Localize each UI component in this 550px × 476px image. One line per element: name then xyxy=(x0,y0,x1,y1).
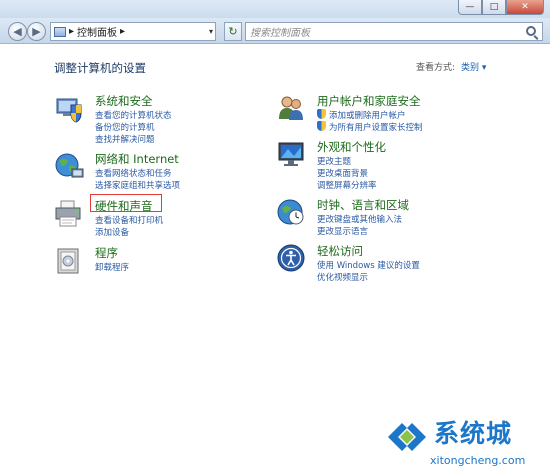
link-homegroup-sharing[interactable]: 选择家庭组和共享选项 xyxy=(95,179,180,191)
shield-pc-icon xyxy=(56,98,82,123)
search-input[interactable]: 搜索控制面板 xyxy=(245,22,543,41)
category-title[interactable]: 程序 xyxy=(95,245,118,261)
breadcrumb-control-panel[interactable]: 控制面板 xyxy=(77,24,117,39)
search-placeholder: 搜索控制面板 xyxy=(250,28,310,39)
control-panel-icon xyxy=(54,26,66,37)
link-uninstall-program[interactable]: 卸载程序 xyxy=(95,261,129,273)
link-screen-resolution[interactable]: 调整屏幕分辨率 xyxy=(317,179,377,191)
link-network-status[interactable]: 查看网络状态和任务 xyxy=(95,167,172,179)
watermark-brand: 系统城 xyxy=(434,419,513,448)
address-arrow-icon[interactable]: ▸ xyxy=(69,26,74,37)
link-parental-controls[interactable]: 为所有用户设置家长控制 xyxy=(329,121,423,133)
category-programs: 程序 卸载程序 xyxy=(54,245,254,285)
title-bar: — □ ✕ xyxy=(0,0,550,18)
view-by-label: 查看方式: xyxy=(416,63,456,73)
address-bar[interactable]: ▸ 控制面板 ▸ ▾ xyxy=(50,22,216,41)
category-title[interactable]: 时钟、语言和区域 xyxy=(317,197,409,213)
address-dropdown-icon[interactable]: ▾ xyxy=(209,27,213,36)
category-title[interactable]: 系统和安全 xyxy=(95,93,153,109)
link-view-computer-status[interactable]: 查看您的计算机状态 xyxy=(95,109,172,121)
back-button[interactable]: ◀ xyxy=(8,22,27,41)
search-icon[interactable] xyxy=(526,26,536,36)
link-add-remove-accounts[interactable]: 添加或删除用户帐户 xyxy=(329,109,406,121)
globe-clock-icon xyxy=(277,199,304,225)
link-keyboard-input[interactable]: 更改键盘或其他输入法 xyxy=(317,213,402,225)
category-title[interactable]: 外观和个性化 xyxy=(317,139,386,155)
category-title[interactable]: 用户帐户和家庭安全 xyxy=(317,93,421,109)
maximize-button[interactable]: □ xyxy=(482,0,506,15)
link-recommended-settings[interactable]: 使用 Windows 建议的设置 xyxy=(317,259,420,271)
link-change-theme[interactable]: 更改主题 xyxy=(317,155,351,167)
close-button[interactable]: ✕ xyxy=(506,0,544,15)
category-appearance: 外观和个性化 更改主题 更改桌面背景 调整屏幕分辨率 xyxy=(276,139,506,191)
category-clock-language-region: 时钟、语言和区域 更改键盘或其他输入法 更改显示语言 xyxy=(276,197,506,241)
breadcrumb-arrow-icon[interactable]: ▸ xyxy=(120,26,125,37)
forward-button[interactable]: ▶ xyxy=(27,22,46,41)
refresh-button[interactable]: ↻ xyxy=(224,22,242,41)
category-title[interactable]: 轻松访问 xyxy=(317,243,363,259)
watermark-logo-icon xyxy=(388,423,426,451)
category-user-accounts: 用户帐户和家庭安全 添加或删除用户帐户 为所有用户设置家长控制 xyxy=(276,93,506,137)
link-troubleshoot[interactable]: 查找并解决问题 xyxy=(95,133,155,145)
view-by-dropdown[interactable]: 类别 ▾ xyxy=(461,60,486,73)
watermark-url: xitongcheng.com xyxy=(430,454,526,467)
category-system-security: 系统和安全 查看您的计算机状态 备份您的计算机 查找并解决问题 xyxy=(54,93,254,145)
category-ease-of-access: 轻松访问 使用 Windows 建议的设置 优化视频显示 xyxy=(276,243,506,287)
category-title[interactable]: 硬件和声音 xyxy=(95,198,153,214)
link-optimize-display[interactable]: 优化视频显示 xyxy=(317,271,368,283)
category-hardware-sound: 硬件和声音 查看设备和打印机 添加设备 xyxy=(54,194,254,242)
users-icon xyxy=(279,96,303,120)
control-panel-content: 调整计算机的设置 查看方式: 类别 ▾ 系统和安全 查看您的计算机状态 备份您的… xyxy=(0,45,550,476)
link-display-language[interactable]: 更改显示语言 xyxy=(317,225,368,237)
globe-network-icon xyxy=(55,153,84,178)
window-controls: — □ ✕ xyxy=(458,0,544,15)
link-add-device[interactable]: 添加设备 xyxy=(95,226,129,238)
navigation-bar: ◀ ▶ ▸ 控制面板 ▸ ▾ ↻ 搜索控制面板 xyxy=(0,18,550,44)
category-title[interactable]: 网络和 Internet xyxy=(95,151,179,167)
link-desktop-background[interactable]: 更改桌面背景 xyxy=(317,167,368,179)
printer-speaker-icon xyxy=(55,200,81,227)
display-icon xyxy=(278,142,304,166)
link-backup-computer[interactable]: 备份您的计算机 xyxy=(95,121,155,133)
minimize-button[interactable]: — xyxy=(458,0,482,15)
uac-shield-icon xyxy=(317,121,326,131)
programs-box-icon xyxy=(57,248,79,274)
category-network-internet: 网络和 Internet 查看网络状态和任务 选择家庭组和共享选项 xyxy=(54,151,254,195)
link-devices-printers[interactable]: 查看设备和打印机 xyxy=(95,214,163,226)
watermark: 系统城 xitongcheng.com xyxy=(386,412,536,474)
page-title: 调整计算机的设置 xyxy=(54,61,146,75)
uac-shield-icon xyxy=(317,109,326,119)
ease-of-access-icon xyxy=(277,244,305,272)
